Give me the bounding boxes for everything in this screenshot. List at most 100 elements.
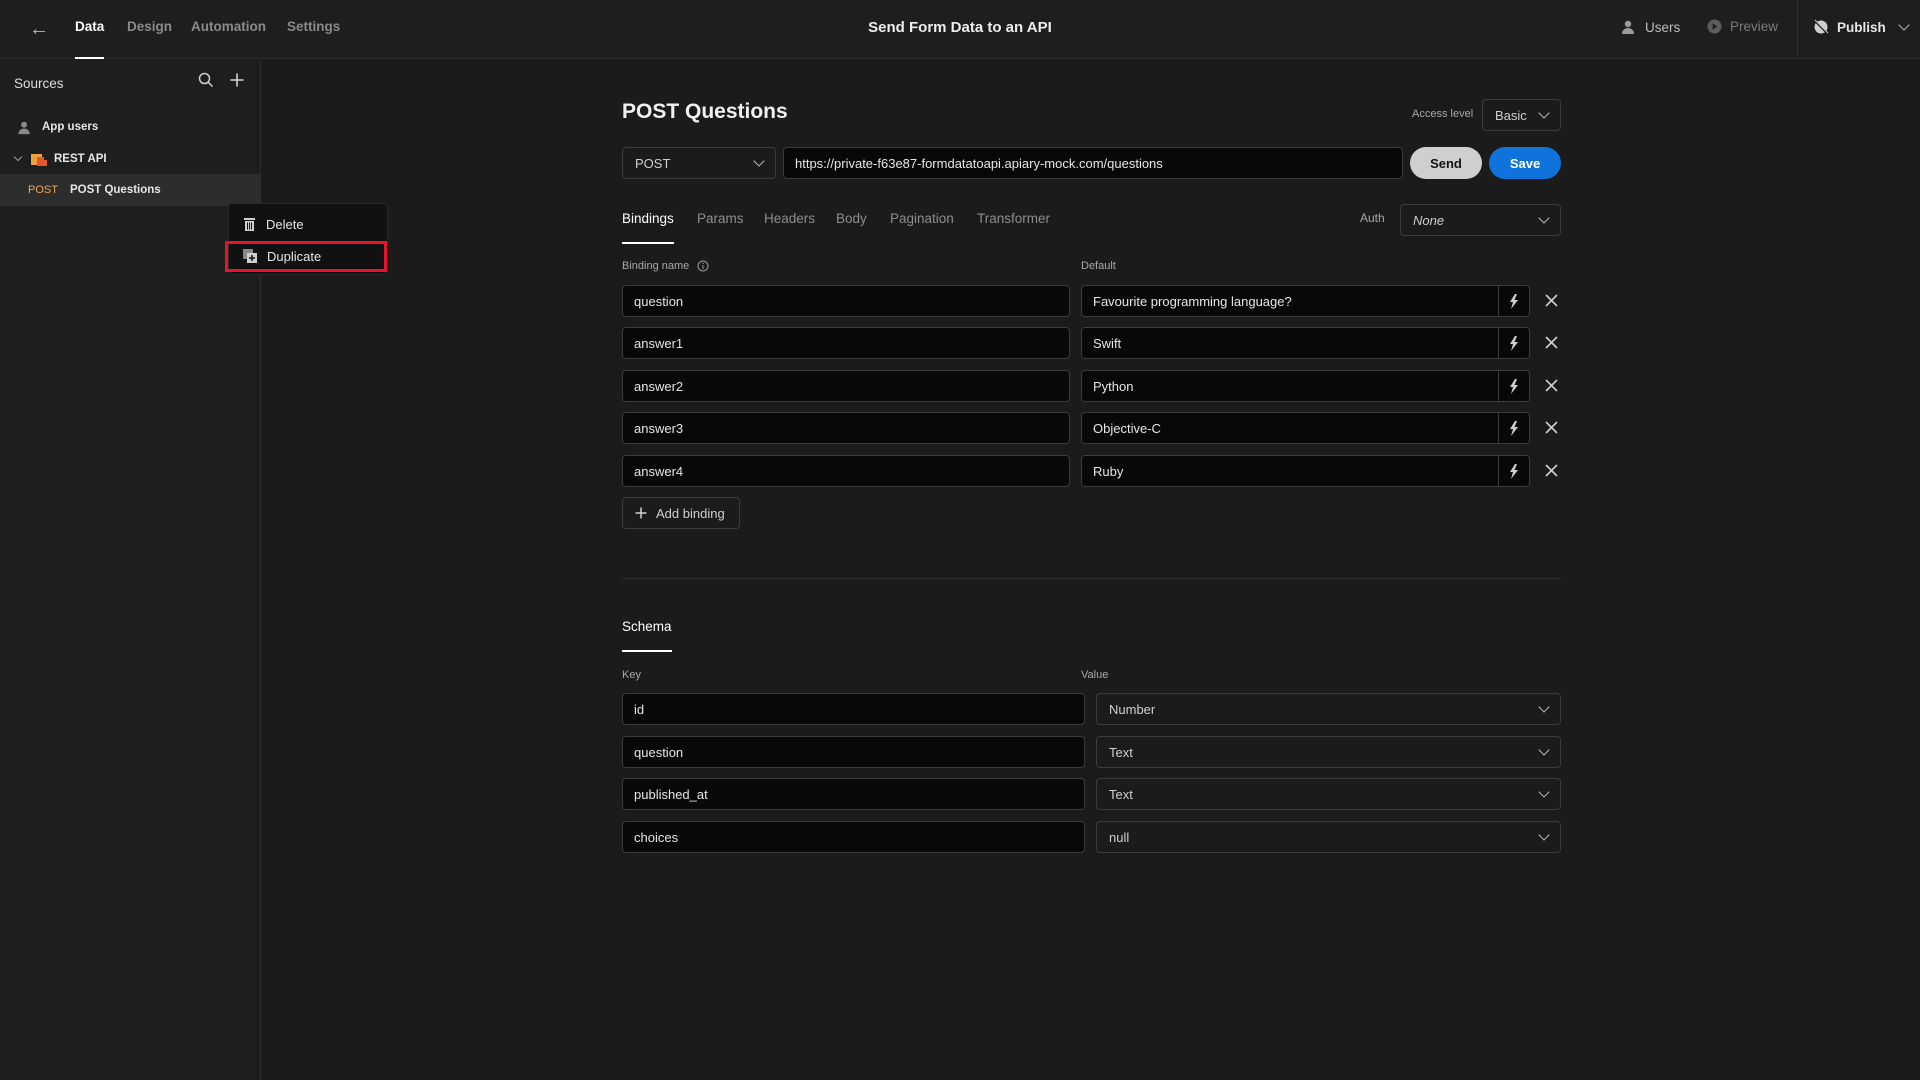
plus-icon: [230, 73, 244, 87]
search-button[interactable]: [196, 72, 216, 92]
header-divider: [1797, 0, 1798, 58]
access-level-select[interactable]: Basic: [1482, 99, 1561, 131]
remove-binding-button[interactable]: [1540, 375, 1562, 397]
duplicate-highlight-box: [225, 241, 387, 272]
nav-tab-automation[interactable]: Automation: [191, 19, 266, 59]
default-header: Default: [1081, 260, 1116, 272]
remove-binding-button[interactable]: [1540, 460, 1562, 482]
binding-default-input[interactable]: Objective-C: [1081, 412, 1530, 444]
schema-type-value: Number: [1109, 701, 1156, 717]
method-select[interactable]: POST: [622, 147, 776, 179]
binding-name-input[interactable]: answer2: [622, 370, 1070, 402]
lightning-icon: [1510, 293, 1518, 309]
value-header: Value: [1081, 669, 1109, 681]
tab-transformer[interactable]: Transformer: [977, 211, 1050, 226]
lightning-icon: [1510, 335, 1518, 351]
context-menu-delete[interactable]: Delete: [229, 209, 387, 239]
binding-default-input[interactable]: Favourite programming language?: [1081, 285, 1530, 317]
save-button[interactable]: Save: [1489, 147, 1561, 179]
users-icon: [18, 121, 30, 134]
schema-type-select[interactable]: Number: [1096, 693, 1561, 725]
schema-type-select[interactable]: Text: [1096, 736, 1561, 768]
tab-params[interactable]: Params: [697, 211, 744, 226]
top-bar: ← Data Design Automation Settings Send F…: [0, 0, 1920, 59]
sidebar-item-label: POST Questions: [69, 184, 161, 196]
info-icon[interactable]: [697, 260, 709, 272]
chevron-down-icon: [753, 155, 765, 167]
arrow-left-icon: ←: [29, 18, 49, 40]
users-button[interactable]: Users: [1621, 19, 1680, 35]
tab-body[interactable]: Body: [836, 211, 867, 226]
schema-type-value: null: [1109, 829, 1130, 845]
binding-name-input[interactable]: answer4: [622, 455, 1070, 487]
binding-name-value: answer1: [634, 335, 684, 351]
bindings-drawer-button[interactable]: [1498, 371, 1529, 401]
lightning-icon: [1510, 420, 1518, 436]
schema-key-input[interactable]: choices: [622, 821, 1085, 853]
binding-name-header-label: Binding name: [622, 260, 690, 272]
binding-name-header: Binding name: [622, 260, 709, 272]
bindings-drawer-button[interactable]: [1498, 413, 1529, 443]
add-binding-button[interactable]: Add binding: [622, 497, 740, 529]
url-input[interactable]: https://private-f63e87-formdatatoapi.api…: [783, 147, 1403, 179]
bindings-drawer-button[interactable]: [1498, 456, 1529, 486]
url-value: https://private-f63e87-formdatatoapi.api…: [795, 155, 1163, 171]
sidebar-item-app-users[interactable]: App users: [0, 111, 260, 143]
auth-value: None: [1413, 212, 1445, 228]
play-circle-icon: [1707, 19, 1722, 34]
schema-type-value: Text: [1109, 786, 1133, 802]
binding-name-value: answer2: [634, 378, 684, 394]
search-icon: [198, 72, 214, 88]
chevron-down-icon[interactable]: [13, 152, 23, 162]
binding-name-input[interactable]: question: [622, 285, 1070, 317]
remove-binding-button[interactable]: [1540, 332, 1562, 354]
add-source-button[interactable]: [227, 72, 247, 92]
bindings-drawer-button[interactable]: [1498, 328, 1529, 358]
binding-name-value: answer3: [634, 420, 684, 436]
nav-tab-data[interactable]: Data: [75, 19, 105, 59]
sidebar-item-post-questions[interactable]: POST POST Questions: [0, 174, 260, 206]
nav-tab-settings[interactable]: Settings: [287, 19, 340, 59]
nav-tab-design[interactable]: Design: [127, 19, 172, 59]
tab-bindings[interactable]: Bindings: [622, 211, 674, 244]
publish-button[interactable]: Publish: [1813, 19, 1910, 35]
tab-headers[interactable]: Headers: [764, 211, 815, 226]
binding-default-input[interactable]: Python: [1081, 370, 1530, 402]
chevron-down-icon: [1538, 829, 1550, 841]
schema-type-select[interactable]: Text: [1096, 778, 1561, 810]
tab-pagination[interactable]: Pagination: [890, 211, 954, 226]
auth-label: Auth: [1360, 211, 1385, 225]
binding-default-value: Favourite programming language?: [1093, 293, 1292, 309]
binding-name-input[interactable]: answer1: [622, 327, 1070, 359]
add-binding-label: Add binding: [656, 505, 725, 521]
binding-name-input[interactable]: answer3: [622, 412, 1070, 444]
trash-icon: [244, 218, 255, 231]
sources-sidebar: Sources App users REST API POST POST Que…: [0, 60, 261, 1080]
remove-binding-button[interactable]: [1540, 417, 1562, 439]
query-title: POST Questions: [622, 100, 788, 123]
send-button[interactable]: Send: [1410, 147, 1482, 179]
binding-default-value: Python: [1093, 378, 1134, 394]
bindings-drawer-button[interactable]: [1498, 286, 1529, 316]
chevron-down-icon: [1538, 107, 1550, 119]
binding-default-input[interactable]: Swift: [1081, 327, 1530, 359]
chevron-down-icon: [1538, 212, 1550, 224]
binding-default-input[interactable]: Ruby: [1081, 455, 1530, 487]
binding-name-value: question: [634, 293, 684, 309]
section-divider: [622, 578, 1561, 579]
schema-key-input[interactable]: question: [622, 736, 1085, 768]
auth-select[interactable]: None: [1400, 204, 1561, 236]
sidebar-item-rest-api[interactable]: REST API: [0, 143, 260, 175]
remove-binding-button[interactable]: [1540, 290, 1562, 312]
binding-default-value: Ruby: [1093, 463, 1124, 479]
key-header: Key: [622, 669, 641, 681]
tab-schema[interactable]: Schema: [622, 619, 672, 652]
schema-key-input[interactable]: published_at: [622, 778, 1085, 810]
preview-button[interactable]: Preview: [1707, 19, 1778, 34]
publish-label: Publish: [1837, 19, 1886, 35]
close-icon: [1544, 336, 1558, 349]
schema-type-select[interactable]: null: [1096, 821, 1561, 853]
schema-key-input[interactable]: id: [622, 693, 1085, 725]
rest-api-icon: [31, 154, 47, 166]
back-button[interactable]: ←: [27, 17, 51, 41]
